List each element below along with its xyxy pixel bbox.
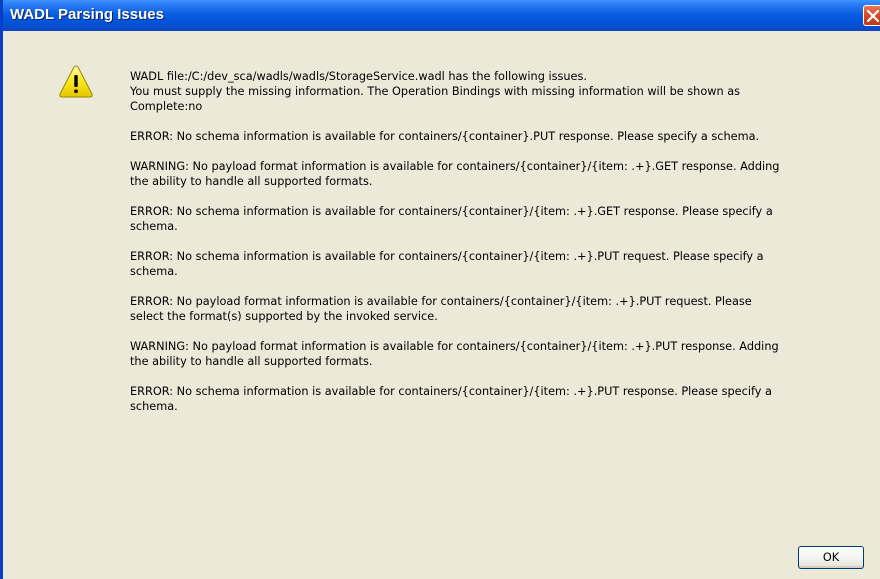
message-line: select the format(s) supported by the in…	[130, 310, 438, 323]
message-line: Complete:no	[130, 100, 203, 113]
message-item: ERROR: No payload format information is …	[130, 294, 865, 324]
warning-icon	[59, 65, 93, 98]
close-icon	[867, 10, 879, 22]
message-item: WARNING: No payload format information i…	[130, 339, 865, 369]
message-item: ERROR: No schema information is availabl…	[130, 249, 865, 279]
message-line: ERROR: No schema information is availabl…	[130, 130, 760, 143]
message-line: ERROR: No schema information is availabl…	[130, 250, 764, 263]
message-line: WADL file:/C:/dev_sca/wadls/wadls/Storag…	[130, 70, 587, 83]
message-item: WADL file:/C:/dev_sca/wadls/wadls/Storag…	[130, 69, 865, 114]
dialog-title: WADL Parsing Issues	[10, 6, 164, 23]
title-bar[interactable]: WADL Parsing Issues	[3, 0, 880, 31]
message-line: WARNING: No payload format information i…	[130, 160, 780, 173]
message-item: WARNING: No payload format information i…	[130, 159, 865, 189]
message-line: ERROR: No schema information is availabl…	[130, 385, 772, 398]
message-line: WARNING: No payload format information i…	[130, 340, 779, 353]
dialog-window: WADL Parsing Issues WADL file:/C:/dev_sc…	[0, 0, 880, 579]
message-line: ERROR: No schema information is availabl…	[130, 205, 773, 218]
dialog-content: WADL file:/C:/dev_sca/wadls/wadls/Storag…	[3, 31, 880, 579]
message-line: schema.	[130, 265, 178, 278]
message-item: ERROR: No schema information is availabl…	[130, 384, 865, 414]
close-button[interactable]	[863, 5, 880, 26]
message-list: WADL file:/C:/dev_sca/wadls/wadls/Storag…	[130, 69, 865, 429]
message-line: schema.	[130, 400, 178, 413]
message-line: ERROR: No payload format information is …	[130, 295, 752, 308]
message-line: the ability to handle all supported form…	[130, 355, 373, 368]
message-line: You must supply the missing information.…	[130, 85, 741, 98]
message-item: ERROR: No schema information is availabl…	[130, 204, 865, 234]
message-line: the ability to handle all supported form…	[130, 175, 373, 188]
message-item: ERROR: No schema information is availabl…	[130, 129, 865, 144]
ok-button[interactable]: OK	[798, 546, 864, 569]
message-line: schema.	[130, 220, 178, 233]
